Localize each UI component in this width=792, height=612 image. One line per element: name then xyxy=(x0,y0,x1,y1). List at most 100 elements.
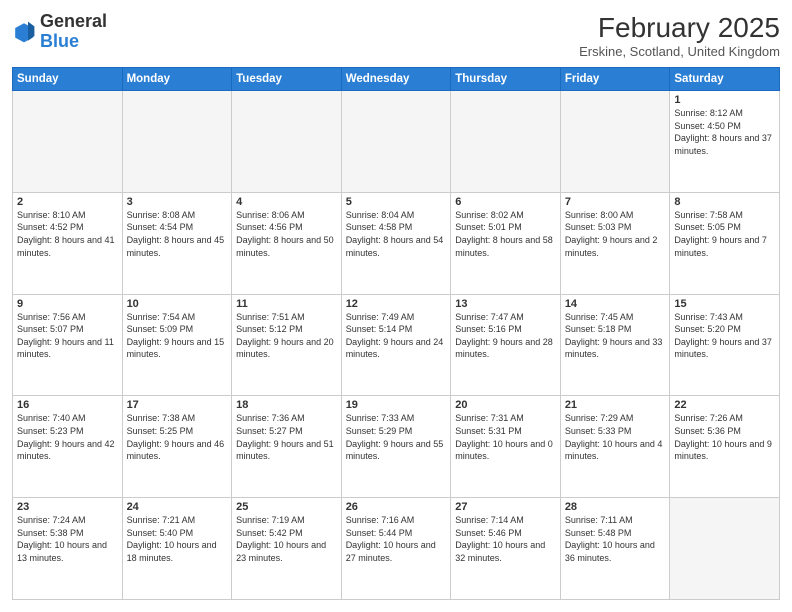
calendar-cell xyxy=(670,498,780,600)
day-info: Sunrise: 7:21 AM Sunset: 5:40 PM Dayligh… xyxy=(127,514,228,564)
day-number: 19 xyxy=(346,399,447,411)
day-info: Sunrise: 7:16 AM Sunset: 5:44 PM Dayligh… xyxy=(346,514,447,564)
day-info: Sunrise: 8:00 AM Sunset: 5:03 PM Dayligh… xyxy=(565,209,666,259)
day-info: Sunrise: 8:04 AM Sunset: 4:58 PM Dayligh… xyxy=(346,209,447,259)
day-info: Sunrise: 7:40 AM Sunset: 5:23 PM Dayligh… xyxy=(17,412,118,462)
day-info: Sunrise: 7:45 AM Sunset: 5:18 PM Dayligh… xyxy=(565,311,666,361)
day-number: 10 xyxy=(127,298,228,310)
day-info: Sunrise: 7:14 AM Sunset: 5:46 PM Dayligh… xyxy=(455,514,556,564)
calendar-cell: 2Sunrise: 8:10 AM Sunset: 4:52 PM Daylig… xyxy=(13,192,123,294)
day-info: Sunrise: 7:11 AM Sunset: 5:48 PM Dayligh… xyxy=(565,514,666,564)
week-row-1: 1Sunrise: 8:12 AM Sunset: 4:50 PM Daylig… xyxy=(13,91,780,193)
calendar-cell: 20Sunrise: 7:31 AM Sunset: 5:31 PM Dayli… xyxy=(451,396,561,498)
day-info: Sunrise: 8:12 AM Sunset: 4:50 PM Dayligh… xyxy=(674,107,775,157)
calendar-cell: 14Sunrise: 7:45 AM Sunset: 5:18 PM Dayli… xyxy=(560,294,670,396)
calendar-cell: 7Sunrise: 8:00 AM Sunset: 5:03 PM Daylig… xyxy=(560,192,670,294)
day-number: 18 xyxy=(236,399,337,411)
day-number: 14 xyxy=(565,298,666,310)
calendar-cell: 3Sunrise: 8:08 AM Sunset: 4:54 PM Daylig… xyxy=(122,192,232,294)
day-info: Sunrise: 8:06 AM Sunset: 4:56 PM Dayligh… xyxy=(236,209,337,259)
day-number: 3 xyxy=(127,196,228,208)
calendar-cell xyxy=(560,91,670,193)
calendar-cell: 13Sunrise: 7:47 AM Sunset: 5:16 PM Dayli… xyxy=(451,294,561,396)
day-number: 16 xyxy=(17,399,118,411)
header: General Blue February 2025 Erskine, Scot… xyxy=(12,12,780,59)
day-info: Sunrise: 7:36 AM Sunset: 5:27 PM Dayligh… xyxy=(236,412,337,462)
calendar-cell xyxy=(341,91,451,193)
day-info: Sunrise: 7:56 AM Sunset: 5:07 PM Dayligh… xyxy=(17,311,118,361)
calendar-cell: 1Sunrise: 8:12 AM Sunset: 4:50 PM Daylig… xyxy=(670,91,780,193)
day-number: 11 xyxy=(236,298,337,310)
calendar-cell: 26Sunrise: 7:16 AM Sunset: 5:44 PM Dayli… xyxy=(341,498,451,600)
day-info: Sunrise: 7:29 AM Sunset: 5:33 PM Dayligh… xyxy=(565,412,666,462)
calendar-cell: 23Sunrise: 7:24 AM Sunset: 5:38 PM Dayli… xyxy=(13,498,123,600)
header-thursday: Thursday xyxy=(451,68,561,91)
day-number: 26 xyxy=(346,501,447,513)
week-row-4: 16Sunrise: 7:40 AM Sunset: 5:23 PM Dayli… xyxy=(13,396,780,498)
page: General Blue February 2025 Erskine, Scot… xyxy=(0,0,792,612)
week-row-2: 2Sunrise: 8:10 AM Sunset: 4:52 PM Daylig… xyxy=(13,192,780,294)
logo-icon xyxy=(12,20,36,44)
calendar-cell: 19Sunrise: 7:33 AM Sunset: 5:29 PM Dayli… xyxy=(341,396,451,498)
day-number: 15 xyxy=(674,298,775,310)
header-monday: Monday xyxy=(122,68,232,91)
calendar-cell: 8Sunrise: 7:58 AM Sunset: 5:05 PM Daylig… xyxy=(670,192,780,294)
calendar-cell: 17Sunrise: 7:38 AM Sunset: 5:25 PM Dayli… xyxy=(122,396,232,498)
day-info: Sunrise: 7:49 AM Sunset: 5:14 PM Dayligh… xyxy=(346,311,447,361)
logo: General Blue xyxy=(12,12,107,52)
calendar-cell: 27Sunrise: 7:14 AM Sunset: 5:46 PM Dayli… xyxy=(451,498,561,600)
day-number: 7 xyxy=(565,196,666,208)
day-number: 23 xyxy=(17,501,118,513)
day-info: Sunrise: 8:08 AM Sunset: 4:54 PM Dayligh… xyxy=(127,209,228,259)
calendar-cell: 28Sunrise: 7:11 AM Sunset: 5:48 PM Dayli… xyxy=(560,498,670,600)
header-sunday: Sunday xyxy=(13,68,123,91)
week-row-3: 9Sunrise: 7:56 AM Sunset: 5:07 PM Daylig… xyxy=(13,294,780,396)
logo-text: General Blue xyxy=(40,12,107,52)
calendar-cell xyxy=(122,91,232,193)
header-wednesday: Wednesday xyxy=(341,68,451,91)
calendar-cell xyxy=(13,91,123,193)
header-tuesday: Tuesday xyxy=(232,68,342,91)
calendar-cell: 10Sunrise: 7:54 AM Sunset: 5:09 PM Dayli… xyxy=(122,294,232,396)
calendar-cell: 4Sunrise: 8:06 AM Sunset: 4:56 PM Daylig… xyxy=(232,192,342,294)
calendar-cell: 11Sunrise: 7:51 AM Sunset: 5:12 PM Dayli… xyxy=(232,294,342,396)
header-saturday: Saturday xyxy=(670,68,780,91)
day-info: Sunrise: 8:10 AM Sunset: 4:52 PM Dayligh… xyxy=(17,209,118,259)
day-number: 1 xyxy=(674,94,775,106)
day-info: Sunrise: 7:24 AM Sunset: 5:38 PM Dayligh… xyxy=(17,514,118,564)
day-number: 8 xyxy=(674,196,775,208)
day-info: Sunrise: 7:58 AM Sunset: 5:05 PM Dayligh… xyxy=(674,209,775,259)
day-number: 27 xyxy=(455,501,556,513)
day-number: 6 xyxy=(455,196,556,208)
day-info: Sunrise: 7:54 AM Sunset: 5:09 PM Dayligh… xyxy=(127,311,228,361)
day-number: 12 xyxy=(346,298,447,310)
day-number: 22 xyxy=(674,399,775,411)
calendar-cell: 16Sunrise: 7:40 AM Sunset: 5:23 PM Dayli… xyxy=(13,396,123,498)
day-info: Sunrise: 7:19 AM Sunset: 5:42 PM Dayligh… xyxy=(236,514,337,564)
day-number: 2 xyxy=(17,196,118,208)
day-info: Sunrise: 7:26 AM Sunset: 5:36 PM Dayligh… xyxy=(674,412,775,462)
title-block: February 2025 Erskine, Scotland, United … xyxy=(579,12,780,59)
calendar-cell: 18Sunrise: 7:36 AM Sunset: 5:27 PM Dayli… xyxy=(232,396,342,498)
calendar-cell: 12Sunrise: 7:49 AM Sunset: 5:14 PM Dayli… xyxy=(341,294,451,396)
day-number: 13 xyxy=(455,298,556,310)
day-info: Sunrise: 7:51 AM Sunset: 5:12 PM Dayligh… xyxy=(236,311,337,361)
calendar-cell: 25Sunrise: 7:19 AM Sunset: 5:42 PM Dayli… xyxy=(232,498,342,600)
day-number: 4 xyxy=(236,196,337,208)
day-number: 21 xyxy=(565,399,666,411)
day-headers-row: Sunday Monday Tuesday Wednesday Thursday… xyxy=(13,68,780,91)
day-number: 25 xyxy=(236,501,337,513)
calendar-cell xyxy=(232,91,342,193)
week-row-5: 23Sunrise: 7:24 AM Sunset: 5:38 PM Dayli… xyxy=(13,498,780,600)
day-info: Sunrise: 7:38 AM Sunset: 5:25 PM Dayligh… xyxy=(127,412,228,462)
calendar-cell: 21Sunrise: 7:29 AM Sunset: 5:33 PM Dayli… xyxy=(560,396,670,498)
header-friday: Friday xyxy=(560,68,670,91)
day-info: Sunrise: 7:43 AM Sunset: 5:20 PM Dayligh… xyxy=(674,311,775,361)
calendar-table: Sunday Monday Tuesday Wednesday Thursday… xyxy=(12,67,780,600)
day-info: Sunrise: 8:02 AM Sunset: 5:01 PM Dayligh… xyxy=(455,209,556,259)
calendar-cell: 9Sunrise: 7:56 AM Sunset: 5:07 PM Daylig… xyxy=(13,294,123,396)
day-number: 28 xyxy=(565,501,666,513)
location-subtitle: Erskine, Scotland, United Kingdom xyxy=(579,44,780,59)
day-number: 20 xyxy=(455,399,556,411)
calendar-cell: 6Sunrise: 8:02 AM Sunset: 5:01 PM Daylig… xyxy=(451,192,561,294)
